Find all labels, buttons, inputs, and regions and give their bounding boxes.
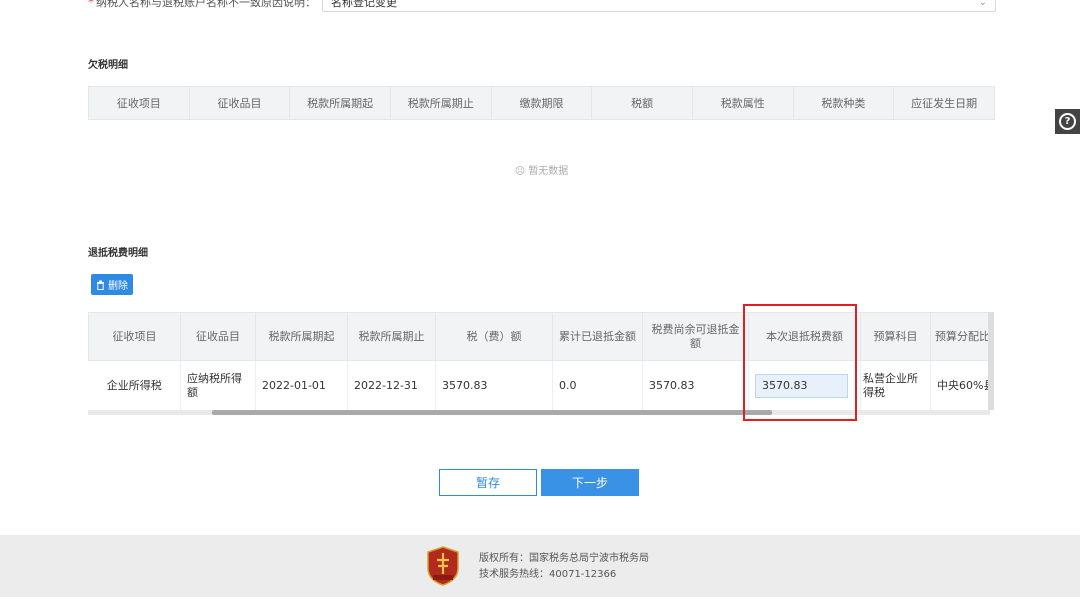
cell-period-start: 2022-01-01 xyxy=(255,360,348,411)
mismatch-reason-field: * 纳税人名称与退税账户名称不一致原因说明： 名称登记变更 ⌄ xyxy=(88,0,996,12)
refund-table: 征收项目 征收品目 税款所属期起 税款所属期止 税（费）额 累计已退抵金额 税费… xyxy=(88,312,990,411)
delete-button-label: 删除 xyxy=(108,281,128,292)
question-icon: ? xyxy=(1059,113,1076,130)
cell-this-refund xyxy=(748,360,861,411)
refund-col-header: 本次退抵税费额 xyxy=(748,312,861,361)
arrears-col-header: 税额 xyxy=(591,86,693,120)
arrears-section-title: 欠税明细 xyxy=(88,60,128,71)
cell-period-end: 2022-12-31 xyxy=(347,360,436,411)
mismatch-reason-value: 名称登记变更 xyxy=(331,0,397,9)
arrears-col-header: 税款所属期止 xyxy=(389,86,492,120)
refund-section-title: 退抵税费明细 xyxy=(88,248,148,259)
cell-budget-ratio: 中央60%县0% xyxy=(930,360,990,411)
horizontal-scrollbar-thumb[interactable] xyxy=(212,410,772,415)
empty-face-icon: ☹ xyxy=(514,166,526,177)
refund-table-scroll[interactable]: 征收项目 征收品目 税款所属期起 税款所属期止 税（费）额 累计已退抵金额 税费… xyxy=(88,312,990,418)
refund-col-header: 预算分配比 xyxy=(930,312,990,361)
arrears-col-header: 税款种类 xyxy=(792,86,895,120)
tax-emblem-icon xyxy=(427,546,459,586)
delete-button[interactable]: 删除 xyxy=(91,274,133,295)
refund-col-header: 税款所属期止 xyxy=(347,312,436,361)
empty-text: 暂无数据 xyxy=(528,166,569,177)
save-draft-button[interactable]: 暂存 xyxy=(439,469,537,496)
arrears-col-header: 征收项目 xyxy=(88,86,190,120)
refund-col-header: 税费尚余可退抵金额 xyxy=(642,312,749,361)
arrears-col-header: 应征发生日期 xyxy=(893,86,995,120)
arrears-col-header: 征收品目 xyxy=(188,86,291,120)
cell-refunded: 0.0 xyxy=(552,360,643,411)
arrears-col-header: 税款属性 xyxy=(691,86,794,120)
chevron-down-icon: ⌄ xyxy=(978,0,987,8)
mismatch-reason-label: 纳税人名称与退税账户名称不一致原因说明： xyxy=(96,0,316,9)
refund-col-header: 累计已退抵金额 xyxy=(552,312,643,361)
vertical-scrollbar[interactable] xyxy=(988,312,994,410)
required-mark: * xyxy=(88,0,94,9)
this-refund-input[interactable] xyxy=(755,373,848,398)
empty-state: ☹ 暂无数据 xyxy=(88,162,995,177)
footer: 版权所有：国家税务总局宁波市税务局 技术服务热线：40071-12366 xyxy=(0,535,1080,597)
refund-col-header: 征收品目 xyxy=(180,312,256,361)
cell-item: 企业所得税 xyxy=(88,360,181,411)
next-step-button[interactable]: 下一步 xyxy=(541,469,639,496)
cell-remaining: 3570.83 xyxy=(642,360,749,411)
refund-col-header: 征收项目 xyxy=(88,312,181,361)
arrears-col-header: 缴款期限 xyxy=(490,86,593,120)
mismatch-reason-select[interactable]: 名称登记变更 ⌄ xyxy=(322,0,996,12)
cell-amount: 3570.83 xyxy=(435,360,553,411)
refund-col-header: 税（费）额 xyxy=(435,312,553,361)
trash-icon xyxy=(97,280,104,290)
footer-hotline: 技术服务热线：40071-12366 xyxy=(479,569,617,580)
cell-budget-subject: 私营企业所得税 xyxy=(860,360,931,411)
arrears-table: 征收项目 征收品目 税款所属期起 税款所属期止 缴款期限 税额 税款属性 税款种… xyxy=(88,86,995,120)
refund-col-header: 预算科目 xyxy=(860,312,931,361)
table-row: 企业所得税 应纳税所得额 2022-01-01 2022-12-31 3570.… xyxy=(88,360,990,411)
refund-col-header: 税款所属期起 xyxy=(255,312,348,361)
cell-category: 应纳税所得额 xyxy=(180,360,256,411)
arrears-col-header: 税款所属期起 xyxy=(289,86,391,120)
footer-copyright: 版权所有：国家税务总局宁波市税务局 xyxy=(479,553,649,564)
help-button[interactable]: ? xyxy=(1055,109,1080,134)
horizontal-scrollbar[interactable] xyxy=(88,410,990,415)
